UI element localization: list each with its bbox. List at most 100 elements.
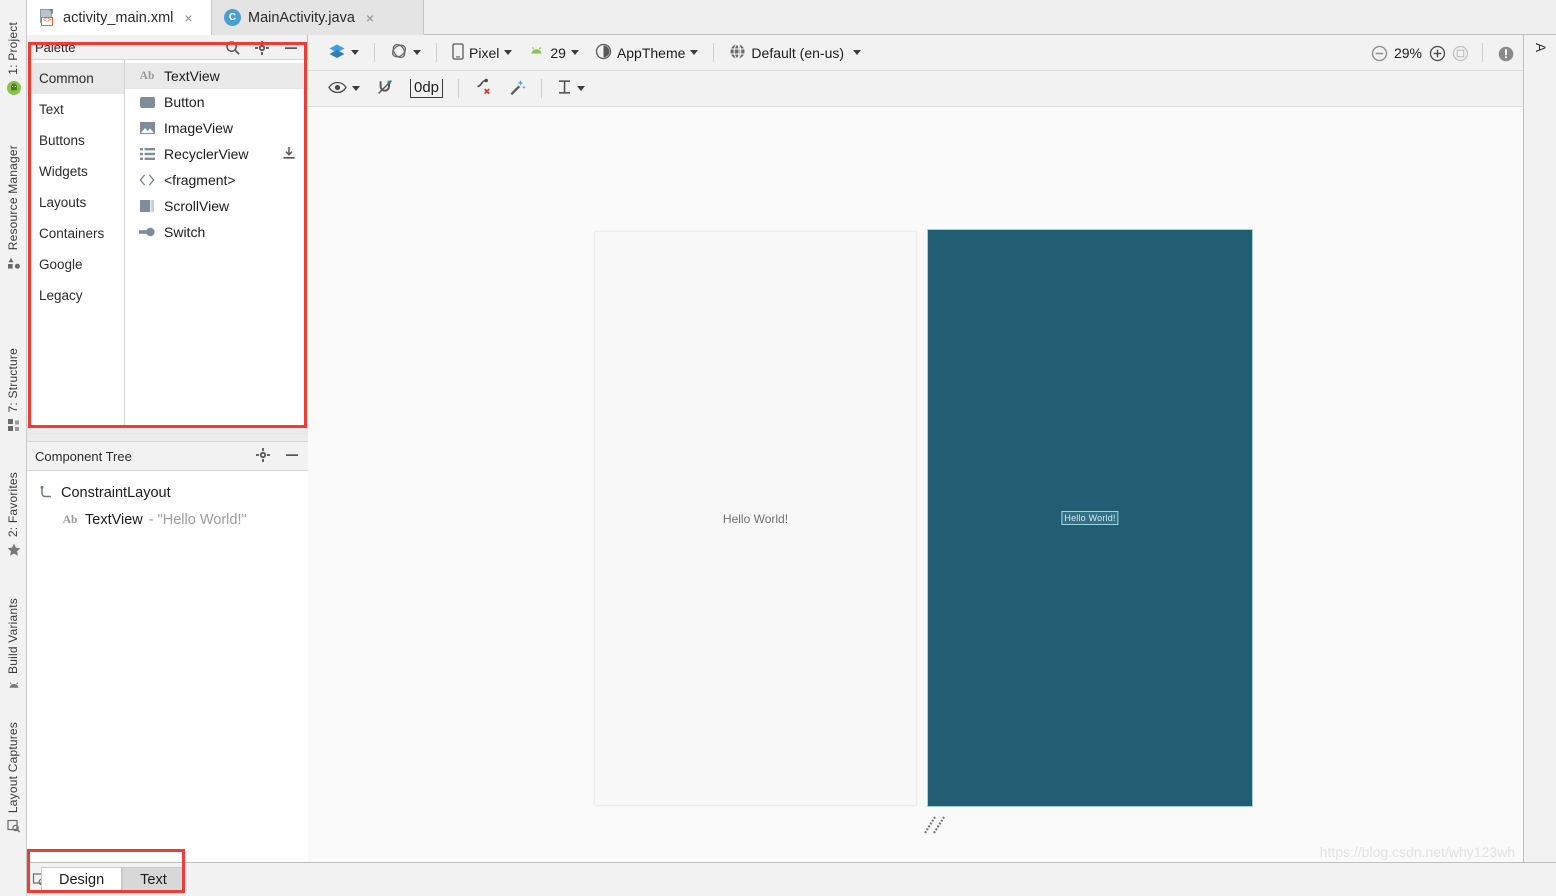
palette-category-google[interactable]: Google xyxy=(27,249,124,280)
design-toolbar: Pixel 29 AppTheme Default (en-us) 29% xyxy=(308,35,1523,71)
rotate-icon xyxy=(390,42,408,63)
palette-item-label: <fragment> xyxy=(164,172,236,188)
editor-tab-label: MainActivity.java xyxy=(248,9,355,26)
palette-category-label: Buttons xyxy=(39,133,85,148)
attributes-panel-label[interactable]: A xyxy=(1533,43,1548,52)
palette-category-text[interactable]: Text xyxy=(27,94,124,125)
chevron-down-icon xyxy=(577,86,586,91)
xml-file-icon: <> xyxy=(39,9,56,26)
clear-constraints-button[interactable] xyxy=(466,76,500,102)
layout-captures-icon xyxy=(6,818,22,834)
design-mode-dropdown[interactable] xyxy=(320,40,367,66)
chevron-down-icon xyxy=(570,50,579,55)
sidebar-item-project[interactable]: 1: Project xyxy=(0,22,27,96)
tree-node-textview[interactable]: Ab TextView - "Hello World!" xyxy=(27,506,308,533)
palette-category-label: Common xyxy=(39,71,94,86)
sidebar-item-label: Build Variants xyxy=(6,598,20,674)
view-options-dropdown[interactable] xyxy=(320,76,368,102)
autoconnect-toggle[interactable] xyxy=(368,76,402,102)
close-icon[interactable]: × xyxy=(184,10,192,26)
warning-icon[interactable] xyxy=(1497,45,1514,61)
palette-item-recyclerview[interactable]: RecyclerView xyxy=(125,141,308,167)
default-margin-dropdown[interactable]: 0dp xyxy=(402,76,451,102)
android-icon xyxy=(528,45,545,61)
textview-icon: Ab xyxy=(139,70,155,82)
component-tree-header: Component Tree xyxy=(27,442,308,471)
default-margin-value: 0dp xyxy=(410,79,444,98)
device-preview-design[interactable]: Hello World! xyxy=(594,231,917,806)
search-icon[interactable] xyxy=(225,40,241,56)
palette-category-common[interactable]: Common xyxy=(27,63,124,94)
gear-icon[interactable] xyxy=(254,40,270,56)
palette-category-label: Text xyxy=(39,102,64,117)
close-icon[interactable]: × xyxy=(366,10,374,26)
toolbar-separator xyxy=(436,43,437,62)
resize-handle-icon[interactable] xyxy=(923,813,949,835)
palette-item-fragment[interactable]: <fragment> xyxy=(125,167,308,193)
button-icon xyxy=(138,94,156,110)
sidebar-item-label: 2: Favorites xyxy=(6,472,20,538)
tree-node-constraintlayout[interactable]: ConstraintLayout xyxy=(27,479,308,506)
zoom-to-fit-icon[interactable] xyxy=(1452,45,1469,61)
sidebar-item-structure[interactable]: 7: Structure xyxy=(0,348,27,433)
palette-item-scrollview[interactable]: ScrollView xyxy=(125,193,308,219)
sidebar-item-resource-manager[interactable]: Resource Manager xyxy=(0,145,27,271)
chevron-down-icon xyxy=(853,50,862,55)
guidelines-dropdown[interactable] xyxy=(549,76,593,102)
palette-item-imageview[interactable]: ImageView xyxy=(125,115,308,141)
zoom-out-icon[interactable] xyxy=(1371,45,1388,61)
zoom-in-icon[interactable] xyxy=(1429,45,1446,61)
locale-label: Default (en-us) xyxy=(751,44,845,61)
api-level-dropdown[interactable]: 29 xyxy=(520,40,587,66)
editor-tab-bar: <> activity_main.xml × C MainActivity.ja… xyxy=(27,0,1556,35)
palette-item-button[interactable]: Button xyxy=(125,89,308,115)
preview-textview-design[interactable]: Hello World! xyxy=(723,512,788,526)
palette-category-layouts[interactable]: Layouts xyxy=(27,187,124,218)
theme-icon xyxy=(595,43,612,63)
palette-item-textview[interactable]: Ab TextView xyxy=(125,63,308,89)
tab-text[interactable]: Text xyxy=(122,867,185,893)
editor-mode-tabs: Design Text xyxy=(41,867,185,893)
project-icon xyxy=(6,80,22,96)
sidebar-item-layout-captures[interactable]: Layout Captures xyxy=(0,722,27,834)
minimize-icon[interactable] xyxy=(283,40,299,56)
editor-tab-mainactivity-java[interactable]: C MainActivity.java × xyxy=(212,0,424,35)
palette-category-widgets[interactable]: Widgets xyxy=(27,156,124,187)
orientation-dropdown[interactable] xyxy=(382,40,429,66)
chevron-down-icon xyxy=(413,50,421,55)
gear-icon[interactable] xyxy=(255,447,271,463)
sidebar-item-label: Resource Manager xyxy=(6,145,20,251)
infer-constraints-button[interactable] xyxy=(500,76,534,102)
palette-category-buttons[interactable]: Buttons xyxy=(27,125,124,156)
minimize-icon[interactable] xyxy=(284,447,300,463)
palette-title: Palette xyxy=(35,39,76,55)
preview-textview-blueprint[interactable]: Hello World! xyxy=(1061,511,1119,525)
sidebar-item-build-variants[interactable]: Build Variants xyxy=(0,598,27,695)
theme-dropdown[interactable]: AppTheme xyxy=(587,40,706,66)
chevron-down-icon xyxy=(351,50,359,55)
palette-item-list: Ab TextView Button ImageView RecyclerVie… xyxy=(125,60,308,427)
theme-label: AppTheme xyxy=(616,44,686,61)
locale-dropdown[interactable]: Default (en-us) xyxy=(721,40,869,66)
device-preview-blueprint[interactable]: Hello World! xyxy=(927,229,1253,807)
clear-constraints-icon xyxy=(474,78,492,99)
palette-category-list: Common Text Buttons Widgets Layouts Cont… xyxy=(27,60,125,427)
design-canvas[interactable]: Hello World! Hello World! https://blog.c… xyxy=(308,107,1523,862)
tree-node-label: TextView xyxy=(85,511,143,528)
zoom-controls: 29% xyxy=(1371,43,1523,62)
palette-item-label: Switch xyxy=(164,224,206,240)
palette-item-switch[interactable]: Switch xyxy=(125,219,308,245)
api-level-label: 29 xyxy=(550,44,566,61)
palette-category-legacy[interactable]: Legacy xyxy=(27,280,124,311)
tab-design[interactable]: Design xyxy=(41,867,123,893)
download-icon[interactable] xyxy=(282,146,296,160)
android-icon xyxy=(6,679,22,695)
palette-category-containers[interactable]: Containers xyxy=(27,218,124,249)
recyclerview-icon xyxy=(138,146,156,162)
toolbar-separator xyxy=(541,79,543,98)
sidebar-item-favorites[interactable]: 2: Favorites xyxy=(0,472,27,558)
panel-splitter[interactable] xyxy=(27,427,308,442)
device-dropdown[interactable]: Pixel xyxy=(444,40,520,66)
editor-tab-activity-main-xml[interactable]: <> activity_main.xml × xyxy=(27,0,212,35)
device-label: Pixel xyxy=(469,44,500,61)
